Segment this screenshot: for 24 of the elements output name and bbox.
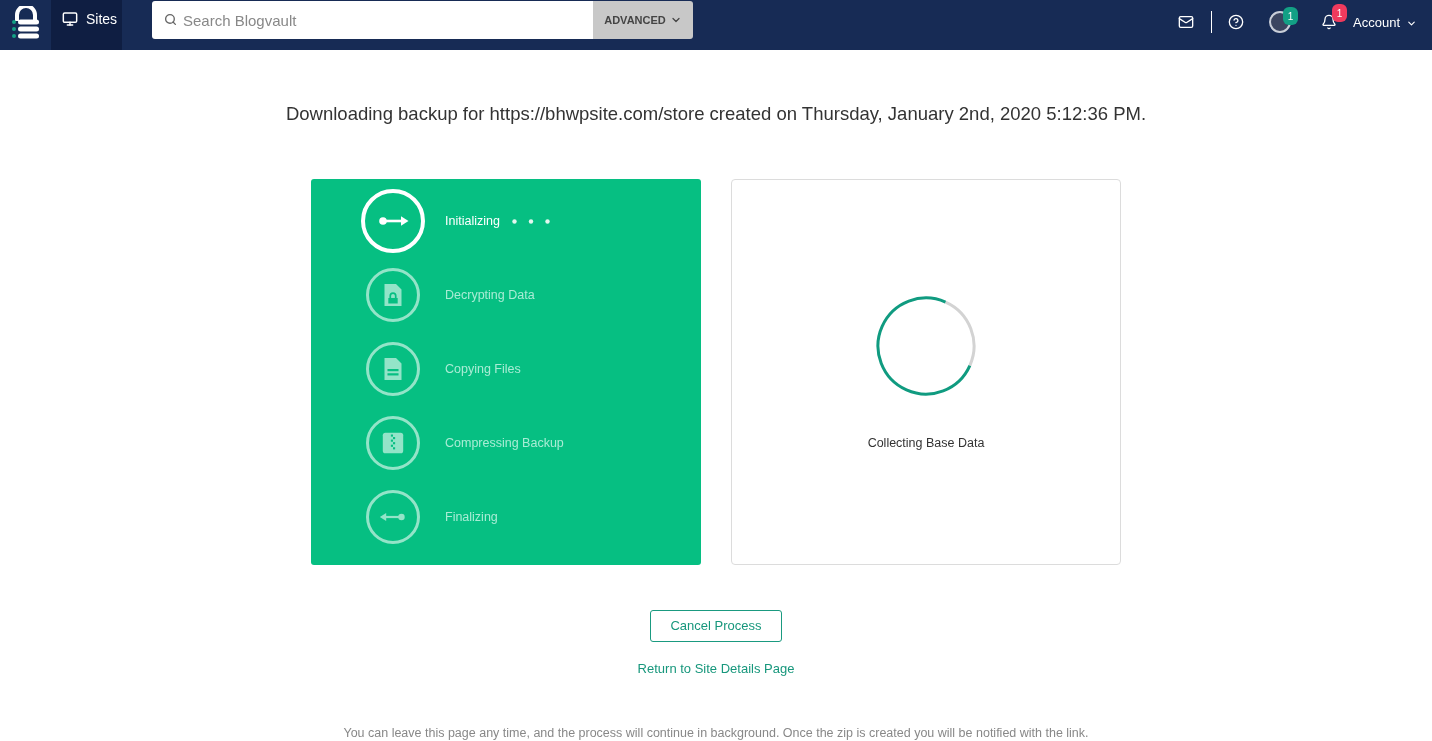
page-heading: Downloading backup for https://bhwpsite.com/store created on Thursday, January 2nd, 2020 5:12:36 PM. xyxy=(285,102,1147,126)
footer-note: You can leave this page any time, and the process will continue in background. Once the zip is created you will be notified with the link. xyxy=(343,725,1089,741)
account-menu[interactable]: Account xyxy=(1353,11,1417,33)
step-label: Compressing Backup xyxy=(445,434,564,452)
sites-tab[interactable]: Sites xyxy=(51,0,122,50)
step-label: Initializing xyxy=(445,212,500,230)
loading-spinner-icon xyxy=(876,296,976,396)
step-label: Finalizing xyxy=(445,508,498,526)
logo-icon[interactable] xyxy=(11,5,40,39)
step-label: Decrypting Data xyxy=(445,286,535,304)
notification-badge: 1 xyxy=(1283,7,1298,25)
help-icon[interactable] xyxy=(1228,14,1244,30)
step-label: Copying Files xyxy=(445,360,521,378)
status-text: Collecting Base Data xyxy=(867,435,985,451)
loading-dots-icon xyxy=(511,218,550,224)
search-field[interactable]: Search Blogvault xyxy=(152,1,593,39)
bell-icon[interactable] xyxy=(1321,14,1337,30)
search-icon xyxy=(164,13,177,26)
advanced-button[interactable]: ADVANCED xyxy=(593,1,693,39)
notification-badge: 1 xyxy=(1332,4,1347,22)
monitor-icon xyxy=(62,11,78,27)
cancel-process-button[interactable]: Cancel Process xyxy=(650,610,782,642)
mail-icon[interactable] xyxy=(1178,14,1194,30)
return-link[interactable]: Return to Site Details Page xyxy=(637,661,795,677)
